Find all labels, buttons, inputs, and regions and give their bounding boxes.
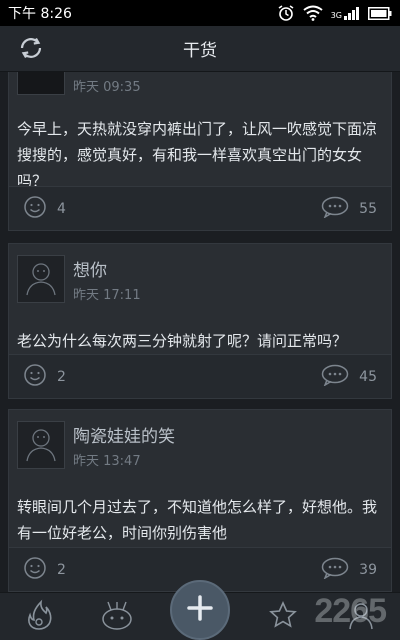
status-time: 下午 8:26: [8, 6, 72, 22]
refresh-button[interactable]: [16, 35, 46, 65]
network-label: 3G: [330, 11, 342, 20]
comment-count: 55: [359, 200, 377, 217]
like-count: 2: [57, 368, 66, 385]
comment-button[interactable]: 45: [321, 364, 377, 390]
post-feed[interactable]: 昨天 09:35 今早上，天热就没穿内裤出门了，让风一吹感觉下面凉搜搜的，感觉真…: [0, 72, 400, 592]
post-card[interactable]: 昨天 09:35 今早上，天热就没穿内裤出门了，让风一吹感觉下面凉搜搜的，感觉真…: [8, 72, 392, 231]
status-icons: 3G: [277, 4, 392, 22]
post-header: 陶瓷娃娃的笑 昨天 13:47: [9, 410, 391, 490]
smiley-icon: [23, 195, 47, 223]
post-header: 昨天 09:35: [9, 72, 391, 116]
watermark: 2265: [314, 592, 387, 630]
avatar[interactable]: [17, 255, 65, 303]
like-button[interactable]: 2: [23, 556, 66, 584]
like-count: 4: [57, 200, 66, 217]
like-button[interactable]: 4: [23, 195, 66, 223]
post-time: 昨天 13:47: [73, 454, 141, 469]
flame-icon: [22, 598, 56, 636]
comment-count: 39: [359, 561, 377, 578]
signal-icon: 3G: [331, 6, 360, 20]
battery-icon: [368, 6, 392, 20]
like-button[interactable]: 2: [23, 363, 66, 391]
comment-icon: [321, 364, 349, 390]
title-bar: 干货: [0, 26, 400, 72]
alarm-icon: [277, 4, 295, 22]
post-footer: 2 45: [9, 354, 391, 398]
nav-hot[interactable]: [9, 593, 69, 640]
post-username[interactable]: 陶瓷娃娃的笑: [73, 422, 175, 447]
avatar[interactable]: [17, 421, 65, 469]
nav-fun[interactable]: [87, 593, 147, 640]
post-time: 昨天 17:11: [73, 288, 141, 303]
nav-favorite[interactable]: [253, 593, 313, 640]
comment-icon: [321, 557, 349, 583]
status-bar: 下午 8:26 3G: [0, 0, 400, 26]
post-content[interactable]: 老公为什么每次两三分钟就射了呢？请问正常吗？: [9, 324, 391, 354]
post-card[interactable]: 想你 昨天 17:11 老公为什么每次两三分钟就射了呢？请问正常吗？ 2 45: [8, 243, 392, 399]
comment-button[interactable]: 55: [321, 196, 377, 222]
add-post-button[interactable]: [170, 580, 230, 640]
star-icon: [268, 600, 298, 634]
add-icon: [185, 593, 215, 627]
post-footer: 4 55: [9, 186, 391, 230]
refresh-icon: [17, 34, 45, 66]
avatar[interactable]: [17, 72, 65, 95]
post-header: 想你 昨天 17:11: [9, 244, 391, 324]
default-avatar-icon: [21, 423, 61, 467]
bug-icon: [98, 599, 136, 635]
post-content[interactable]: 今早上，天热就没穿内裤出门了，让风一吹感觉下面凉搜搜的，感觉真好，有和我一样喜欢…: [9, 116, 391, 194]
smiley-icon: [23, 556, 47, 584]
post-content[interactable]: 转眼间几个月过去了，不知道他怎么样了，好想他。我有一位好老公，时间你别伤害他: [9, 490, 391, 546]
post-username[interactable]: 想你: [73, 256, 107, 281]
wifi-icon: [303, 5, 323, 21]
comment-count: 45: [359, 368, 377, 385]
default-avatar-icon: [21, 257, 61, 301]
page-title: 干货: [183, 41, 217, 61]
comment-icon: [321, 196, 349, 222]
post-card[interactable]: 陶瓷娃娃的笑 昨天 13:47 转眼间几个月过去了，不知道他怎么样了，好想他。我…: [8, 409, 392, 592]
post-time: 昨天 09:35: [73, 80, 141, 95]
smiley-icon: [23, 363, 47, 391]
like-count: 2: [57, 561, 66, 578]
comment-button[interactable]: 39: [321, 557, 377, 583]
